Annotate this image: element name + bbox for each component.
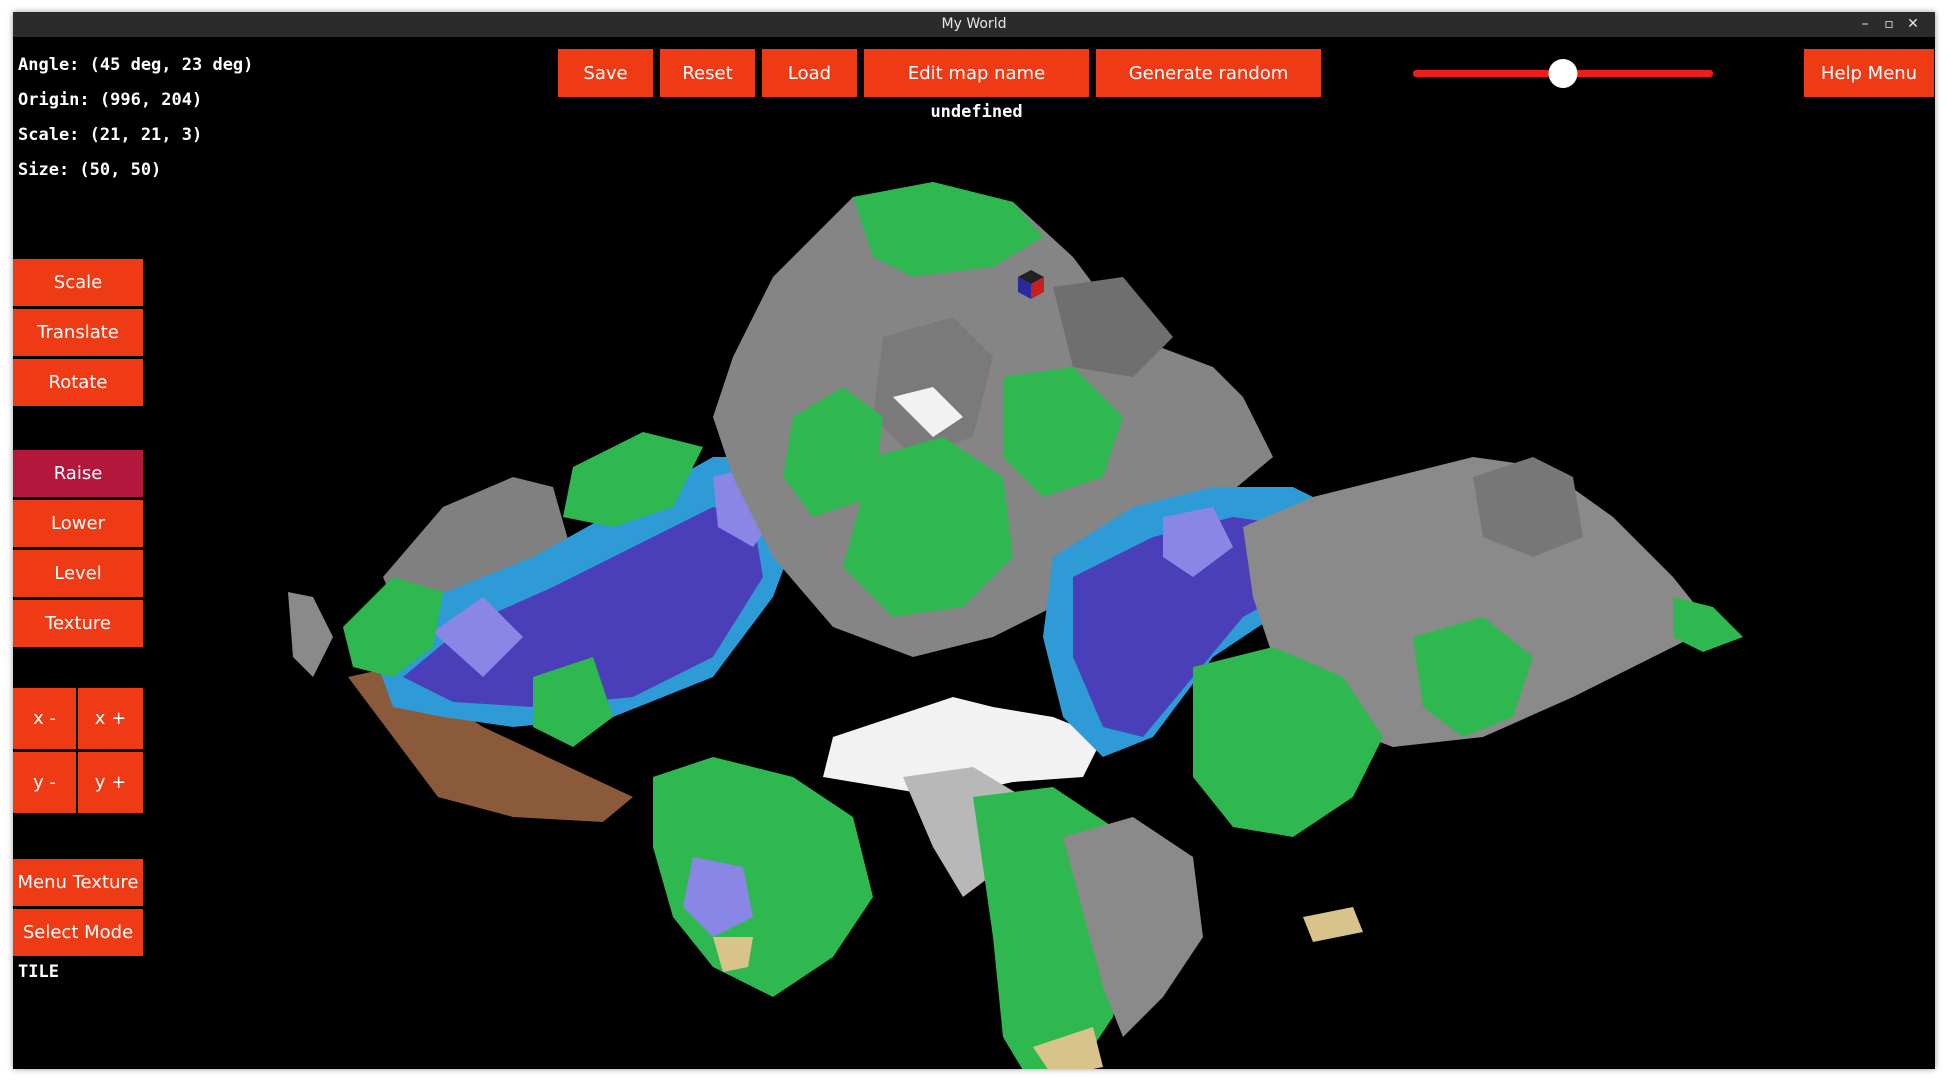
angle-readout: Angle: (45 deg, 23 deg) <box>18 55 254 75</box>
save-button[interactable]: Save <box>558 49 653 97</box>
scale-button[interactable]: Scale <box>13 259 143 306</box>
terrain-mesh <box>288 182 1743 1069</box>
edit-map-name-button[interactable]: Edit map name <box>864 49 1089 97</box>
world-canvas[interactable]: Angle: (45 deg, 23 deg) Origin: (996, 20… <box>13 37 1935 1069</box>
close-icon[interactable]: ✕ <box>1903 14 1923 34</box>
window-title: My World <box>941 16 1007 32</box>
load-button[interactable]: Load <box>762 49 857 97</box>
maximize-icon[interactable]: ▫ <box>1879 14 1899 34</box>
y-minus-button[interactable]: y - <box>13 752 76 813</box>
generate-random-button[interactable]: Generate random <box>1096 49 1321 97</box>
reset-button[interactable]: Reset <box>660 49 755 97</box>
slider-knob[interactable] <box>1548 59 1578 88</box>
y-plus-button[interactable]: y + <box>78 752 143 813</box>
size-readout: Size: (50, 50) <box>18 160 162 180</box>
level-button[interactable]: Level <box>13 550 143 597</box>
select-mode-button[interactable]: Select Mode <box>13 909 143 956</box>
help-menu-button[interactable]: Help Menu <box>1804 49 1934 97</box>
origin-readout: Origin: (996, 204) <box>18 90 203 110</box>
app-window: My World – ▫ ✕ Angle: (45 deg, 23 deg) O… <box>13 12 1935 1069</box>
terrain-view[interactable] <box>13 37 1935 1069</box>
lower-button[interactable]: Lower <box>13 500 143 547</box>
zoom-slider[interactable] <box>1413 59 1713 88</box>
minimize-icon[interactable]: – <box>1855 14 1875 34</box>
title-bar: My World – ▫ ✕ <box>13 12 1935 37</box>
menu-texture-button[interactable]: Menu Texture <box>13 859 143 906</box>
rotate-button[interactable]: Rotate <box>13 359 143 406</box>
x-plus-button[interactable]: x + <box>78 688 143 749</box>
map-name-label: undefined <box>930 102 1023 122</box>
texture-button[interactable]: Texture <box>13 600 143 647</box>
x-minus-button[interactable]: x - <box>13 688 76 749</box>
mode-label: TILE <box>18 962 59 982</box>
translate-button[interactable]: Translate <box>13 309 143 356</box>
scale-readout: Scale: (21, 21, 3) <box>18 125 203 145</box>
raise-button[interactable]: Raise <box>13 450 143 497</box>
